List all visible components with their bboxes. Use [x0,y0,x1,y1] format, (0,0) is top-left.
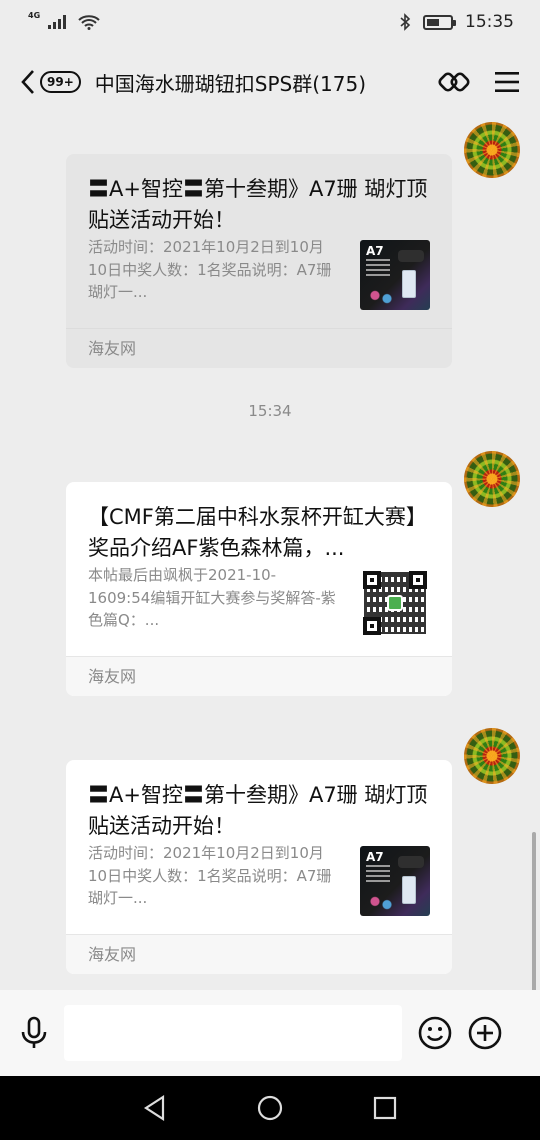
emoji-button[interactable] [418,1016,452,1050]
card-body: 本帖最后由飒枫于2021-10-1609:54编辑开缸大赛参与奖解答-紫色篇Q：… [66,564,452,656]
lamp-shape [398,856,424,868]
a7-lamp-image: A7 [360,846,430,916]
microphone-icon [21,1016,47,1048]
card-description: 活动时间：2021年10月2日到10月10日中奖人数：1名奖品说明：A7珊瑚灯一… [88,238,332,301]
chat-messages[interactable]: 〓A+智控〓第十叁期》A7珊 瑚灯顶贴送活动开始！ 活动时间：2021年10月2… [0,120,540,992]
menu-button[interactable] [494,70,520,94]
card-source: 海友网 [66,656,452,696]
nav-recents-button[interactable] [373,1096,397,1120]
phone-shape [402,270,416,298]
link-card[interactable]: 【CMF第二届中科水泵杯开缸大赛】奖品介绍AF紫色森林篇，... 本帖最后由飒枫… [66,482,452,696]
network-type: 4G [28,11,41,20]
link-card[interactable]: 〓A+智控〓第十叁期》A7珊 瑚灯顶贴送活动开始！ 活动时间：2021年10月2… [66,760,452,974]
scrollbar[interactable] [532,832,536,992]
recents-square-icon [373,1096,397,1120]
nav-back-button[interactable] [143,1095,167,1121]
chat-title: 中国海水珊瑚钮扣SPS群(175) [94,71,366,96]
status-left: 4G [28,11,100,30]
nav-home-button[interactable] [257,1095,283,1121]
qr-logo [387,595,403,611]
chat-header: 99+ 中国海水珊瑚钮扣SPS群(175) [0,44,540,120]
qr-eye [363,571,381,589]
back-arrow-icon [21,70,34,94]
sender-avatar[interactable] [464,728,520,784]
card-body: 活动时间：2021年10月2日到10月10日中奖人数：1名奖品说明：A7珊瑚灯一… [66,842,452,934]
sender-avatar[interactable] [464,451,520,507]
back-triangle-icon [143,1095,165,1121]
battery-fill [427,18,440,26]
qr-code-image [360,568,430,638]
unread-badge: 99+ [40,71,81,93]
qr-eye [409,571,427,589]
qr-eye [363,617,381,635]
card-title: 【CMF第二届中科水泵杯开缸大赛】奖品介绍AF紫色森林篇，... [88,505,427,560]
timestamp: 15:34 [248,402,292,420]
plus-icon [468,1016,502,1050]
status-right: 15:35 [399,12,514,32]
message-input[interactable] [64,1005,402,1061]
card-body: 活动时间：2021年10月2日到10月10日中奖人数：1名奖品说明：A7珊瑚灯一… [66,236,452,328]
group-link-icon [438,72,470,92]
bluetooth-icon [400,13,411,31]
coral-shape [366,289,396,305]
header-actions [438,66,520,98]
signal-icon [48,15,67,29]
menu-icon [495,72,519,92]
thumbnail-label: A7 [366,244,384,258]
card-description: 活动时间：2021年10月2日到10月10日中奖人数：1名奖品说明：A7珊瑚灯一… [88,844,332,907]
card-description: 本帖最后由飒枫于2021-10-1609:54编辑开缸大赛参与奖解答-紫色篇Q：… [88,566,336,629]
card-title: 〓A+智控〓第十叁期》A7珊 瑚灯顶贴送活动开始！ [88,783,428,838]
more-button[interactable] [468,1016,502,1050]
card-source: 海友网 [66,328,452,368]
thumbnail-text-lines [366,259,390,279]
card-source: 海友网 [66,934,452,974]
card-title: 〓A+智控〓第十叁期》A7珊 瑚灯顶贴送活动开始！ [88,177,428,232]
home-circle-icon [257,1095,283,1121]
thumbnail-label: A7 [366,850,384,864]
wifi-icon [78,15,100,30]
thumbnail-text-lines [366,865,390,885]
sender-avatar[interactable] [464,122,520,178]
status-bar: 4G 15:35 [0,0,540,44]
system-nav-bar [0,1076,540,1140]
link-card[interactable]: 〓A+智控〓第十叁期》A7珊 瑚灯顶贴送活动开始！ 活动时间：2021年10月2… [66,154,452,368]
coral-shape [366,895,396,911]
battery-icon [423,14,456,30]
lamp-shape [398,250,424,262]
phone-shape [402,876,416,904]
input-bar [0,990,540,1076]
back-button[interactable]: 99+ [20,69,81,95]
status-time: 15:35 [465,12,514,32]
a7-lamp-image: A7 [360,240,430,310]
voice-button[interactable] [20,1016,48,1050]
group-link-button[interactable] [438,66,470,98]
emoji-icon [418,1016,452,1050]
